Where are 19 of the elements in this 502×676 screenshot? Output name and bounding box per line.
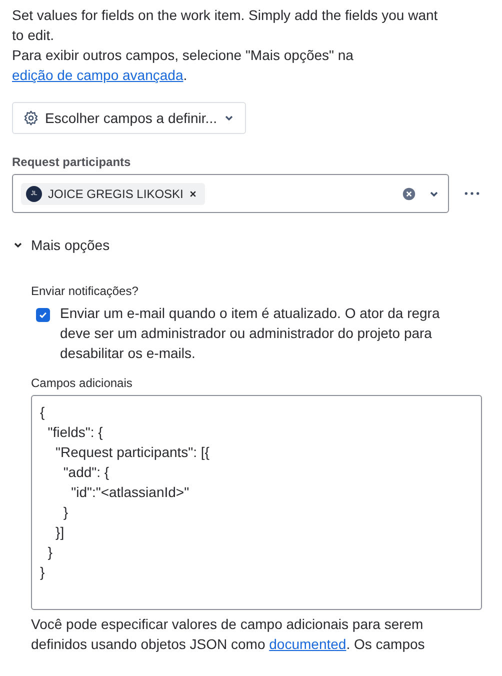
settings-icon: [23, 110, 39, 126]
help-text: Você pode especificar valores de campo adicionais para serem definidos usando objetos JSON como documented. Os campos: [31, 615, 426, 654]
checkbox-label: Enviar um e-mail quando o item é atualizado. O ator da regra deve ser um administrador ou administrador do projeto para desabilitar os e-mails.: [60, 304, 441, 363]
advanced-edit-link[interactable]: edição de campo avançada: [12, 67, 184, 83]
remove-icon[interactable]: [189, 190, 198, 198]
field-label: Enviar notificações?: [31, 283, 140, 299]
more-options-toggle[interactable]: Mais opções: [12, 237, 110, 253]
choose-fields-button[interactable]: Escolher campos a definir...: [12, 102, 246, 134]
hint-text: Para exibir outros campos, selecione "Mais opções" na edição de campo avançada.: [12, 46, 354, 85]
intro-text: Set values for fields on the work item. Simply add the fields you want to edit.: [12, 6, 439, 45]
field-label: Request participants: [12, 154, 132, 170]
more-icon[interactable]: [463, 191, 481, 196]
json-textarea[interactable]: { "fields": { "Request participants": [{ "add": { "id":"<atlassianId>" } }] } }: [31, 395, 482, 610]
checkmark-icon: [38, 310, 48, 320]
user-name: JOICE GREGIS LIKOSKI: [48, 186, 184, 200]
field-label: Campos adicionais: [31, 375, 134, 391]
clear-icon[interactable]: [402, 186, 416, 200]
notify-checkbox[interactable]: [36, 308, 50, 322]
documented-link[interactable]: documented: [269, 636, 346, 652]
